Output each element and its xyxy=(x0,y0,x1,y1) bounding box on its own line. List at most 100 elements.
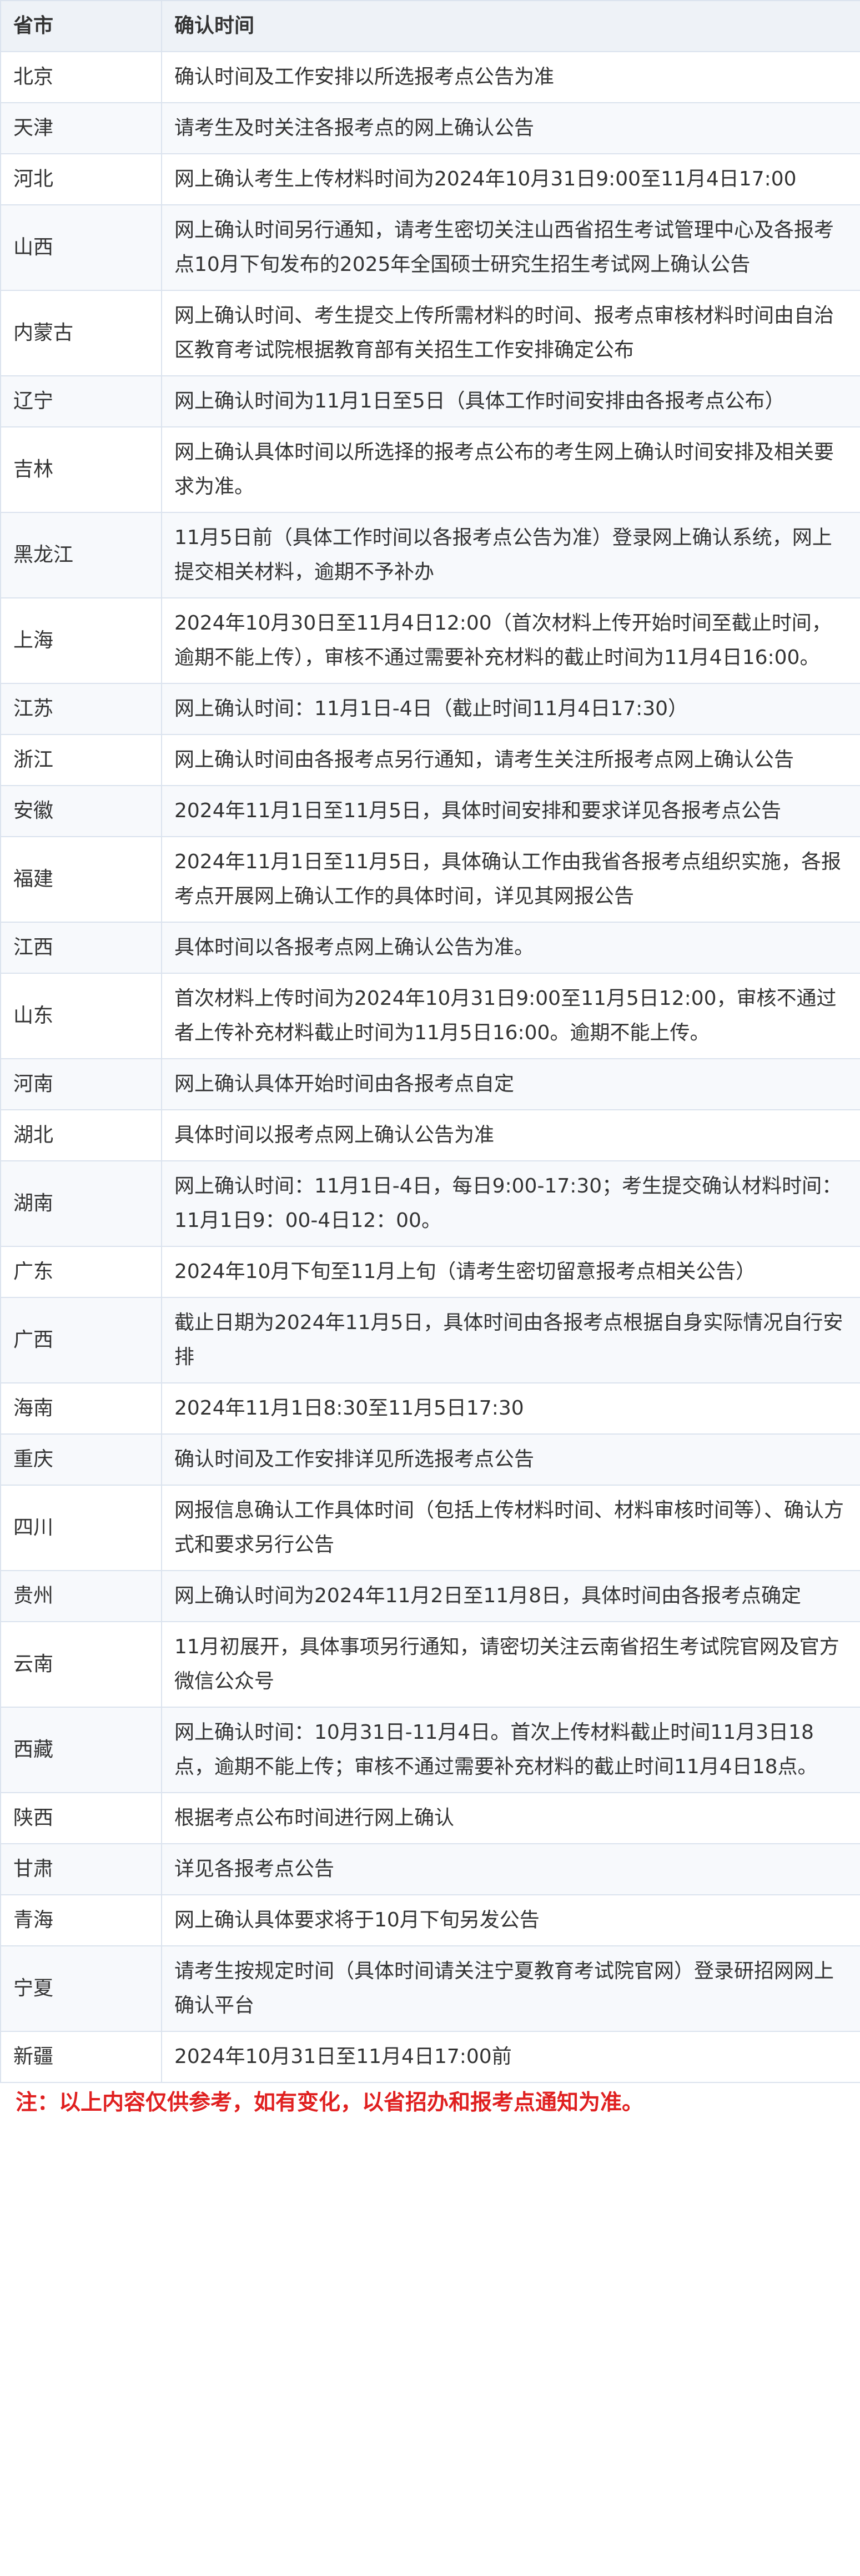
table-row: 湖南 网上确认时间：11月1日-4日，每日9:00-17:30；考生提交确认材料时… xyxy=(0,1160,860,1247)
table-row: 福建 2024年11月1日至11月5日，具体确认工作由我省各报考点组织实施，各报考… xyxy=(0,836,860,923)
confirm-time-cell: 根据考点公布时间进行网上确认 xyxy=(161,1792,860,1844)
confirm-time-cell: 网上确认时间：10月31日-11月4日。首次上传材料截止时间11月3日18点，逾… xyxy=(161,1707,860,1793)
table-body: 北京 确认时间及工作安排以所选报考点公告为准 天津 请考生及时关注各报考点的网上确认公… xyxy=(0,51,860,2083)
table-row: 上海 2024年10月30日至11月4日12:00（首次材料上传开始时间至截止时间… xyxy=(0,597,860,684)
province-cell: 湖南 xyxy=(0,1160,162,1247)
table-row: 山西 网上确认时间另行通知，请考生密切关注山西省招生考试管理中心及各报考点10月下… xyxy=(0,204,860,291)
table-row: 贵州 网上确认时间为2024年11月2日至11月8日，具体时间由各报考点确定 xyxy=(0,1570,860,1622)
province-cell: 湖北 xyxy=(0,1109,162,1161)
confirm-time-cell: 11月初展开，具体事项另行通知，请密切关注云南省招生考试院官网及官方微信公众号 xyxy=(161,1621,860,1708)
confirm-time-cell: 2024年10月31日至11月4日17:00前 xyxy=(161,2031,860,2083)
confirm-time-cell: 请考生及时关注各报考点的网上确认公告 xyxy=(161,102,860,154)
table-row: 江西 具体时间以各报考点网上确认公告为准。 xyxy=(0,922,860,974)
table-row: 黑龙江 11月5日前（具体工作时间以各报考点公告为准）登录网上确认系统，网上提交相… xyxy=(0,512,860,598)
confirm-time-cell: 请考生按规定时间（具体时间请关注宁夏教育考试院官网）登录研招网网上确认平台 xyxy=(161,1945,860,2032)
province-cell: 浙江 xyxy=(0,734,162,786)
province-cell: 山西 xyxy=(0,204,162,291)
confirm-time-cell: 11月5日前（具体工作时间以各报考点公告为准）登录网上确认系统，网上提交相关材料… xyxy=(161,512,860,598)
table-row: 广西 截止日期为2024年11月5日，具体时间由各报考点根据自身实际情况自行安排 xyxy=(0,1297,860,1383)
confirm-time-cell: 网上确认时间：11月1日-4日（截止时间11月4日17:30） xyxy=(161,683,860,735)
confirm-time-cell: 2024年11月1日至11月5日，具体确认工作由我省各报考点组织实施，各报考点开… xyxy=(161,836,860,923)
province-cell: 重庆 xyxy=(0,1433,162,1486)
table-row: 河北 网上确认考生上传材料时间为2024年10月31日9:00至11月4日17:0… xyxy=(0,153,860,205)
province-cell: 黑龙江 xyxy=(0,512,162,598)
table-row: 吉林 网上确认具体时间以所选择的报考点公布的考生网上确认时间安排及相关要求为准。 xyxy=(0,426,860,513)
confirmation-schedule-table-container: 省市 确认时间 北京 确认时间及工作安排以所选报考点公告为准 天津 请考生及时关注各报… xyxy=(0,0,860,2083)
table-header: 省市 确认时间 xyxy=(0,0,860,52)
header-row: 省市 确认时间 xyxy=(0,0,860,52)
confirm-time-cell: 确认时间及工作安排详见所选报考点公告 xyxy=(161,1433,860,1486)
province-cell: 广东 xyxy=(0,1246,162,1298)
table-row: 重庆 确认时间及工作安排详见所选报考点公告 xyxy=(0,1433,860,1486)
table-row: 青海 网上确认具体要求将于10月下旬另发公告 xyxy=(0,1894,860,1946)
table-row: 河南 网上确认具体开始时间由各报考点自定 xyxy=(0,1058,860,1110)
province-cell: 青海 xyxy=(0,1894,162,1946)
province-cell: 宁夏 xyxy=(0,1945,162,2032)
confirm-time-cell: 网上确认具体开始时间由各报考点自定 xyxy=(161,1058,860,1110)
header-province: 省市 xyxy=(0,0,162,52)
province-cell: 天津 xyxy=(0,102,162,154)
confirm-time-cell: 网上确认时间由各报考点另行通知，请考生关注所报考点网上确认公告 xyxy=(161,734,860,786)
confirm-time-cell: 2024年11月1日8:30至11月5日17:30 xyxy=(161,1382,860,1435)
confirm-time-cell: 确认时间及工作安排以所选报考点公告为准 xyxy=(161,51,860,103)
table-row: 云南 11月初展开，具体事项另行通知，请密切关注云南省招生考试院官网及官方微信公众… xyxy=(0,1621,860,1708)
confirm-time-cell: 网上确认时间为11月1日至5日（具体工作时间安排由各报考点公布） xyxy=(161,375,860,427)
province-cell: 北京 xyxy=(0,51,162,103)
province-cell: 甘肃 xyxy=(0,1843,162,1895)
province-cell: 海南 xyxy=(0,1382,162,1435)
table-row: 陕西 根据考点公布时间进行网上确认 xyxy=(0,1792,860,1844)
province-cell: 新疆 xyxy=(0,2031,162,2083)
table-row: 广东 2024年10月下旬至11月上旬（请考生密切留意报考点相关公告） xyxy=(0,1246,860,1298)
province-cell: 云南 xyxy=(0,1621,162,1708)
province-cell: 辽宁 xyxy=(0,375,162,427)
province-cell: 安徽 xyxy=(0,785,162,837)
table-row: 新疆 2024年10月31日至11月4日17:00前 xyxy=(0,2031,860,2083)
table-row: 江苏 网上确认时间：11月1日-4日（截止时间11月4日17:30） xyxy=(0,683,860,735)
confirm-time-cell: 网上确认时间：11月1日-4日，每日9:00-17:30；考生提交确认材料时间：… xyxy=(161,1160,860,1247)
province-cell: 江西 xyxy=(0,922,162,974)
confirm-time-cell: 网上确认具体时间以所选择的报考点公布的考生网上确认时间安排及相关要求为准。 xyxy=(161,426,860,513)
confirm-time-cell: 详见各报考点公告 xyxy=(161,1843,860,1895)
confirm-time-cell: 网上确认时间、考生提交上传所需材料的时间、报考点审核材料时间由自治区教育考试院根… xyxy=(161,290,860,376)
confirm-time-cell: 网上确认具体要求将于10月下旬另发公告 xyxy=(161,1894,860,1946)
province-cell: 西藏 xyxy=(0,1707,162,1793)
table-row: 海南 2024年11月1日8:30至11月5日17:30 xyxy=(0,1382,860,1435)
confirm-time-cell: 网上确认时间另行通知，请考生密切关注山西省招生考试管理中心及各报考点10月下旬发… xyxy=(161,204,860,291)
province-cell: 内蒙古 xyxy=(0,290,162,376)
confirm-time-cell: 截止日期为2024年11月5日，具体时间由各报考点根据自身实际情况自行安排 xyxy=(161,1297,860,1383)
table-row: 山东 首次材料上传时间为2024年10月31日9:00至11月5日12:00，审核… xyxy=(0,973,860,1059)
table-row: 甘肃 详见各报考点公告 xyxy=(0,1843,860,1895)
province-cell: 陕西 xyxy=(0,1792,162,1844)
province-cell: 山东 xyxy=(0,973,162,1059)
confirm-time-cell: 网上确认时间为2024年11月2日至11月8日，具体时间由各报考点确定 xyxy=(161,1570,860,1622)
confirmation-schedule-table: 省市 确认时间 北京 确认时间及工作安排以所选报考点公告为准 天津 请考生及时关注各报… xyxy=(0,0,860,2083)
table-row: 辽宁 网上确认时间为11月1日至5日（具体工作时间安排由各报考点公布） xyxy=(0,375,860,427)
province-cell: 福建 xyxy=(0,836,162,923)
province-cell: 江苏 xyxy=(0,683,162,735)
province-cell: 贵州 xyxy=(0,1570,162,1622)
province-cell: 吉林 xyxy=(0,426,162,513)
confirm-time-cell: 2024年11月1日至11月5日，具体时间安排和要求详见各报考点公告 xyxy=(161,785,860,837)
province-cell: 四川 xyxy=(0,1485,162,1571)
table-row: 西藏 网上确认时间：10月31日-11月4日。首次上传材料截止时间11月3日18点… xyxy=(0,1707,860,1793)
province-cell: 河北 xyxy=(0,153,162,205)
disclaimer-note: 注：以上内容仅供参考，如有变化，以省招办和报考点通知为准。 xyxy=(16,2090,644,2115)
confirm-time-cell: 具体时间以报考点网上确认公告为准 xyxy=(161,1109,860,1161)
table-row: 内蒙古 网上确认时间、考生提交上传所需材料的时间、报考点审核材料时间由自治区教育考… xyxy=(0,290,860,376)
confirm-time-cell: 首次材料上传时间为2024年10月31日9:00至11月5日12:00，审核不通… xyxy=(161,973,860,1059)
table-row: 北京 确认时间及工作安排以所选报考点公告为准 xyxy=(0,51,860,103)
confirm-time-cell: 网上确认考生上传材料时间为2024年10月31日9:00至11月4日17:00 xyxy=(161,153,860,205)
confirm-time-cell: 网报信息确认工作具体时间（包括上传材料时间、材料审核时间等）、确认方式和要求另行… xyxy=(161,1485,860,1571)
table-row: 天津 请考生及时关注各报考点的网上确认公告 xyxy=(0,102,860,154)
table-row: 四川 网报信息确认工作具体时间（包括上传材料时间、材料审核时间等）、确认方式和要求… xyxy=(0,1485,860,1571)
table-row: 宁夏 请考生按规定时间（具体时间请关注宁夏教育考试院官网）登录研招网网上确认平台 xyxy=(0,1945,860,2032)
province-cell: 河南 xyxy=(0,1058,162,1110)
confirm-time-cell: 2024年10月下旬至11月上旬（请考生密切留意报考点相关公告） xyxy=(161,1246,860,1298)
table-row: 安徽 2024年11月1日至11月5日，具体时间安排和要求详见各报考点公告 xyxy=(0,785,860,837)
header-confirm-time: 确认时间 xyxy=(161,0,860,52)
province-cell: 上海 xyxy=(0,597,162,684)
table-row: 湖北 具体时间以报考点网上确认公告为准 xyxy=(0,1109,860,1161)
confirm-time-cell: 具体时间以各报考点网上确认公告为准。 xyxy=(161,922,860,974)
province-cell: 广西 xyxy=(0,1297,162,1383)
confirm-time-cell: 2024年10月30日至11月4日12:00（首次材料上传开始时间至截止时间，逾… xyxy=(161,597,860,684)
